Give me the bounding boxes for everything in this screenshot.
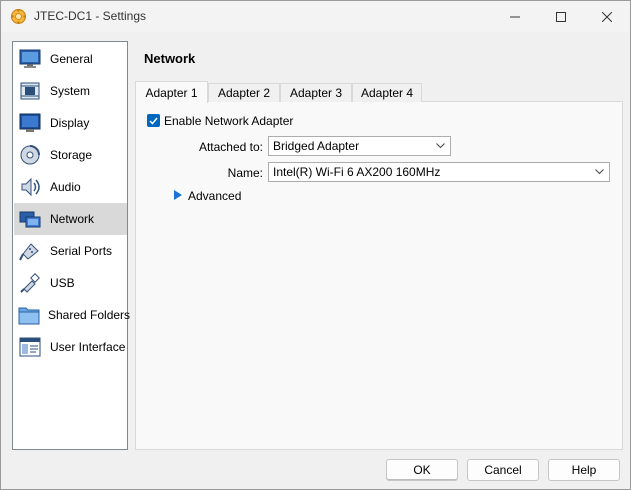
serial-ports-icon xyxy=(18,239,42,263)
virtualbox-app-icon xyxy=(11,9,26,24)
attached-to-select[interactable]: Bridged Adapter xyxy=(268,136,451,156)
system-icon xyxy=(18,79,42,103)
sidebar-item-usb[interactable]: USB xyxy=(14,267,127,299)
shared-folders-icon xyxy=(18,303,40,327)
expand-arrow-icon[interactable] xyxy=(174,190,182,200)
storage-icon xyxy=(18,143,42,167)
audio-icon xyxy=(18,175,42,199)
sidebar-item-user-interface[interactable]: User Interface xyxy=(14,331,127,363)
user-interface-icon xyxy=(18,335,42,359)
sidebar-item-general[interactable]: General xyxy=(14,43,127,75)
tab-adapter-1[interactable]: Adapter 1 xyxy=(135,81,208,103)
usb-icon xyxy=(18,271,42,295)
sidebar-item-display[interactable]: Display xyxy=(14,107,127,139)
chevron-down-icon xyxy=(436,143,445,149)
sidebar-item-system[interactable]: System xyxy=(14,75,127,107)
tab-adapter-3[interactable]: Adapter 3 xyxy=(280,83,352,102)
tab-adapter-2[interactable]: Adapter 2 xyxy=(208,83,280,102)
sidebar-item-network[interactable]: Network xyxy=(14,203,127,235)
sidebar-item-label: USB xyxy=(50,276,75,290)
chevron-down-icon xyxy=(595,169,604,175)
sidebar-item-storage[interactable]: Storage xyxy=(14,139,127,171)
sidebar-item-label: General xyxy=(50,52,93,66)
attached-to-label: Attached to: xyxy=(198,140,263,154)
name-label: Name: xyxy=(227,166,263,180)
sidebar-item-label: Audio xyxy=(50,180,81,194)
sidebar-item-label: Display xyxy=(50,116,90,130)
settings-window: JTEC-DC1 - Settings General System Displ… xyxy=(0,0,631,490)
sidebar-item-shared-folders[interactable]: Shared Folders xyxy=(14,299,131,331)
minimize-button[interactable] xyxy=(492,1,538,32)
checkmark-icon xyxy=(149,117,158,125)
window-title: JTEC-DC1 - Settings xyxy=(34,9,147,23)
network-icon xyxy=(18,207,42,231)
sidebar-item-serial-ports[interactable]: Serial Ports xyxy=(14,235,127,267)
minimize-icon xyxy=(510,16,520,17)
advanced-toggle[interactable]: Advanced xyxy=(188,189,241,203)
name-value: Intel(R) Wi-Fi 6 AX200 160MHz xyxy=(273,165,441,179)
enable-adapter-checkbox[interactable] xyxy=(147,114,160,127)
close-icon xyxy=(602,11,612,22)
cancel-button[interactable]: Cancel xyxy=(467,459,539,481)
page-title: Network xyxy=(144,51,196,66)
help-button[interactable]: Help xyxy=(548,459,620,481)
settings-sidebar: General System Display Storage Audio Net… xyxy=(12,41,131,450)
title-bar[interactable]: JTEC-DC1 - Settings xyxy=(1,1,630,32)
sidebar-item-label: Shared Folders xyxy=(48,308,131,322)
attached-to-value: Bridged Adapter xyxy=(273,139,360,153)
sidebar-item-label: Network xyxy=(50,212,95,226)
close-button[interactable] xyxy=(584,1,630,32)
sidebar-item-label: Serial Ports xyxy=(50,244,113,258)
ok-button[interactable]: OK xyxy=(386,459,458,481)
maximize-icon xyxy=(556,11,566,22)
sidebar-item-audio[interactable]: Audio xyxy=(14,171,127,203)
sidebar-item-label: User Interface xyxy=(50,340,126,354)
name-select[interactable]: Intel(R) Wi-Fi 6 AX200 160MHz xyxy=(268,162,610,182)
tab-adapter-4[interactable]: Adapter 4 xyxy=(352,83,422,102)
display-icon xyxy=(18,111,42,135)
sidebar-item-label: System xyxy=(50,84,91,98)
general-icon xyxy=(18,47,42,71)
sidebar-item-label: Storage xyxy=(50,148,93,162)
maximize-button[interactable] xyxy=(538,1,584,32)
enable-adapter-label[interactable]: Enable Network Adapter xyxy=(164,114,293,128)
